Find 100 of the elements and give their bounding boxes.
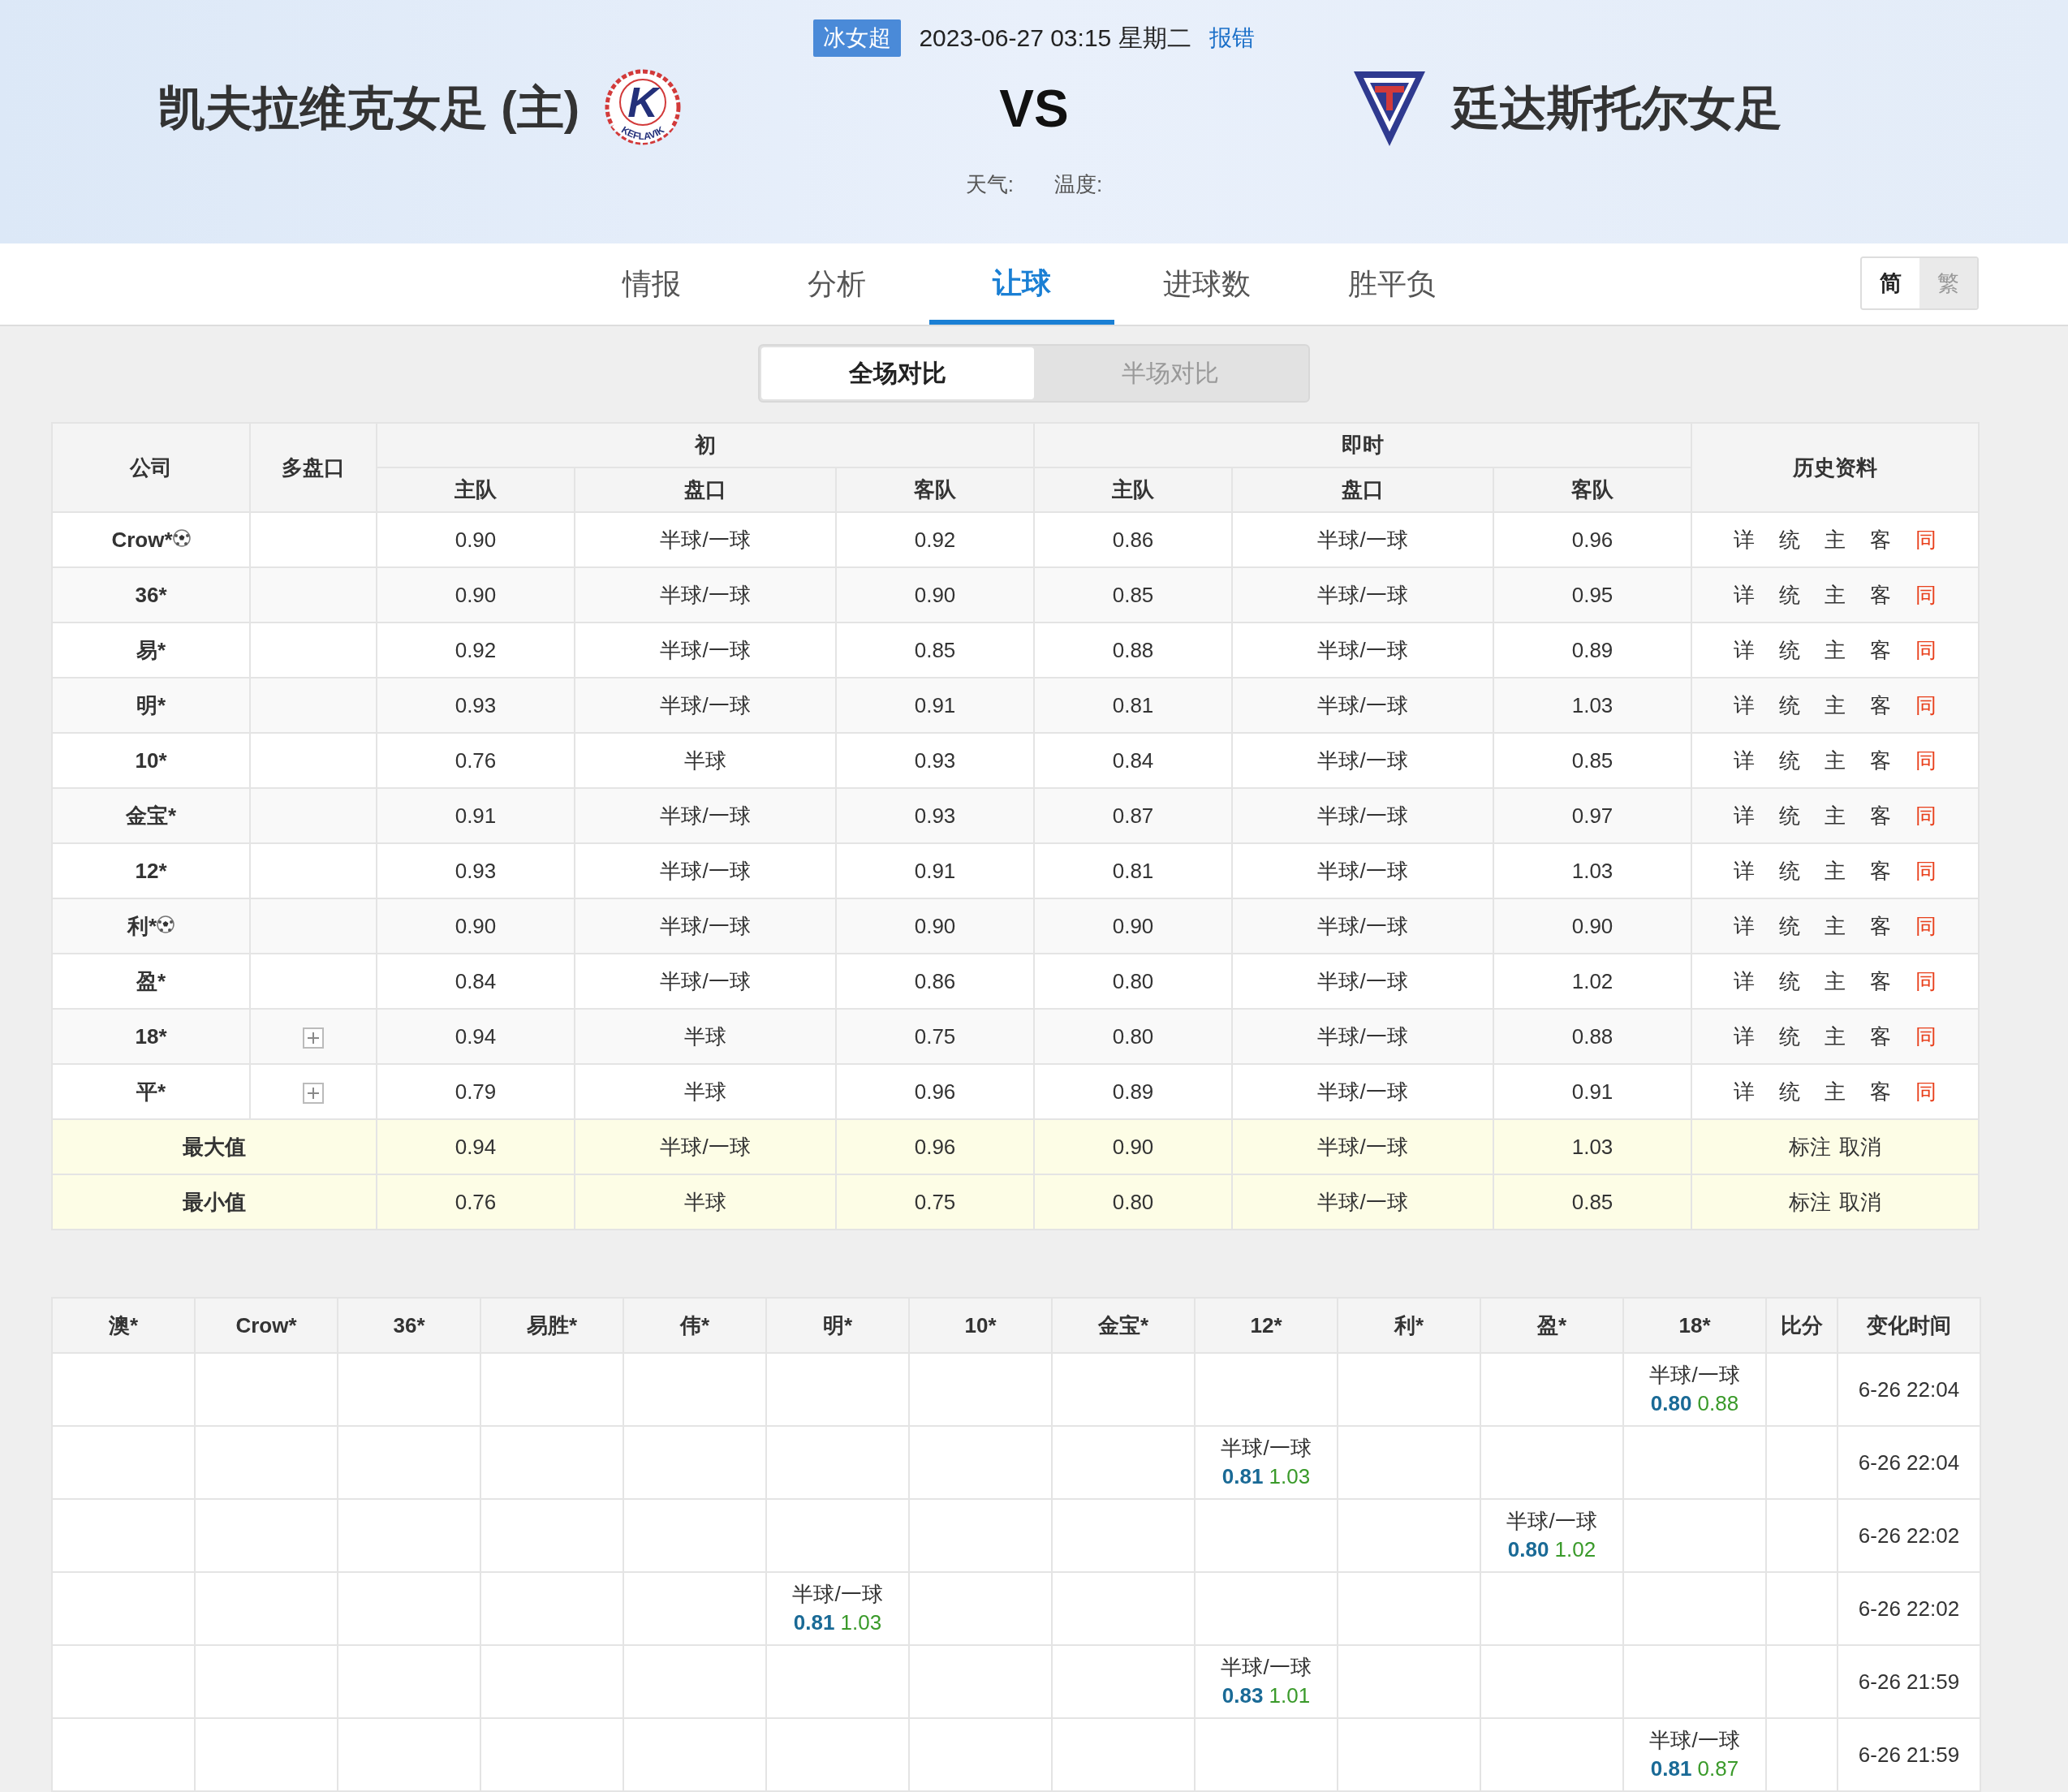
odds-cell: 半球/一球 [575,898,836,954]
company-name: 平* [136,1078,166,1105]
history-link[interactable]: 客 [1870,1022,1891,1051]
history-link[interactable]: 主 [1825,635,1846,665]
history-link[interactable]: 主 [1825,691,1846,720]
action-link[interactable]: 标注 [1789,1187,1831,1217]
history-link[interactable]: 统 [1779,1022,1800,1051]
column-header: 历史资料 [1691,423,1979,512]
odds-cell: 0.94 [377,1119,575,1174]
history-link[interactable]: 客 [1870,525,1891,554]
history-link[interactable]: 客 [1870,746,1891,775]
column-header: 金宝* [1052,1298,1195,1353]
odds-cell: 0.81 [1034,678,1232,733]
history-link[interactable]: 同 [1915,801,1937,830]
history-link[interactable]: 同 [1915,967,1937,996]
odds-cell: 1.03 [1493,1119,1691,1174]
summary-label: 最小值 [183,1188,246,1216]
odds-cell: 半球 [575,1174,836,1230]
history-link[interactable]: 主 [1825,580,1846,610]
history-link[interactable]: 统 [1779,635,1800,665]
history-link[interactable]: 统 [1779,746,1800,775]
column-header: 盈* [1480,1298,1623,1353]
match-datetime: 2023-06-27 03:15 星期二 [919,23,1191,53]
column-header: 明* [766,1298,909,1353]
history-link[interactable]: 客 [1870,967,1891,996]
odds-cell: 0.90 [377,567,575,622]
history-link[interactable]: 主 [1825,801,1846,830]
change-time: 6-26 21:59 [1838,1718,1980,1791]
history-link[interactable]: 统 [1779,967,1800,996]
history-link[interactable]: 主 [1825,911,1846,941]
history-link[interactable]: 同 [1915,1077,1937,1106]
nav-tab[interactable]: 分析 [744,243,929,325]
odds-cell: 半球/一球 [575,788,836,843]
nav-tab[interactable]: 情报 [559,243,744,325]
company-name: 18* [135,1023,167,1049]
change-time: 6-26 22:04 [1838,1426,1980,1499]
history-link[interactable]: 主 [1825,525,1846,554]
history-link[interactable]: 统 [1779,911,1800,941]
history-link[interactable]: 主 [1825,1022,1846,1051]
expand-plus-icon[interactable] [303,1082,324,1104]
history-link[interactable]: 同 [1915,635,1937,665]
summary-label: 最大值 [183,1133,246,1161]
column-header: 36* [338,1298,480,1353]
history-link[interactable]: 详 [1734,691,1755,720]
report-error-link[interactable]: 报错 [1208,23,1255,54]
history-link[interactable]: 统 [1779,691,1800,720]
history-link[interactable]: 客 [1870,856,1891,885]
history-link[interactable]: 详 [1734,856,1755,885]
history-link[interactable]: 客 [1870,691,1891,720]
history-link[interactable]: 同 [1915,856,1937,885]
history-link[interactable]: 详 [1734,1022,1755,1051]
change-time: 6-26 21:59 [1838,1645,1980,1718]
history-link[interactable]: 同 [1915,746,1937,775]
history-link[interactable]: 主 [1825,967,1846,996]
history-link[interactable]: 同 [1915,525,1937,554]
column-header: 伟* [623,1298,766,1353]
history-link[interactable]: 同 [1915,911,1937,941]
odds-cell: 0.90 [836,567,1034,622]
column-header: 盘口 [1232,467,1493,512]
history-link[interactable]: 详 [1734,911,1755,941]
nav-tab[interactable]: 让球 [929,243,1114,325]
history-link[interactable]: 统 [1779,801,1800,830]
history-link[interactable]: 详 [1734,525,1755,554]
history-link[interactable]: 同 [1915,691,1937,720]
history-link[interactable]: 统 [1779,856,1800,885]
nav-tab[interactable]: 进球数 [1114,243,1299,325]
odds-change: 半球/一球 0.81 1.03 [792,1580,883,1636]
compare-tab[interactable]: 全场对比 [761,347,1034,399]
column-header: 澳* [52,1298,195,1353]
history-link[interactable]: 详 [1734,635,1755,665]
odds-cell: 0.76 [377,1174,575,1230]
history-link[interactable]: 主 [1825,746,1846,775]
history-link[interactable]: 同 [1915,580,1937,610]
action-link[interactable]: 标注 [1789,1132,1831,1161]
nav-tab[interactable]: 胜平负 [1299,243,1484,325]
action-link[interactable]: 取消 [1839,1187,1881,1217]
action-link[interactable]: 取消 [1839,1132,1881,1161]
history-link[interactable]: 详 [1734,746,1755,775]
history-link[interactable]: 详 [1734,967,1755,996]
history-link[interactable]: 详 [1734,580,1755,610]
odds-change: 半球/一球 0.81 0.87 [1649,1726,1740,1782]
history-link[interactable]: 客 [1870,911,1891,941]
history-link[interactable]: 详 [1734,801,1755,830]
history-link[interactable]: 同 [1915,1022,1937,1051]
expand-plus-icon[interactable] [303,1027,324,1049]
history-link[interactable]: 统 [1779,525,1800,554]
history-link[interactable]: 详 [1734,1077,1755,1106]
history-link[interactable]: 客 [1870,635,1891,665]
company-name: 10* [135,747,167,773]
history-link[interactable]: 统 [1779,1077,1800,1106]
history-link[interactable]: 主 [1825,1077,1846,1106]
odds-cell: 半球/一球 [575,1119,836,1174]
odds-cell: 0.93 [836,788,1034,843]
history-link[interactable]: 客 [1870,1077,1891,1106]
history-link[interactable]: 主 [1825,856,1846,885]
change-time: 6-26 22:02 [1838,1499,1980,1572]
history-link[interactable]: 客 [1870,801,1891,830]
history-link[interactable]: 客 [1870,580,1891,610]
history-link[interactable]: 统 [1779,580,1800,610]
column-header: 12* [1195,1298,1338,1353]
